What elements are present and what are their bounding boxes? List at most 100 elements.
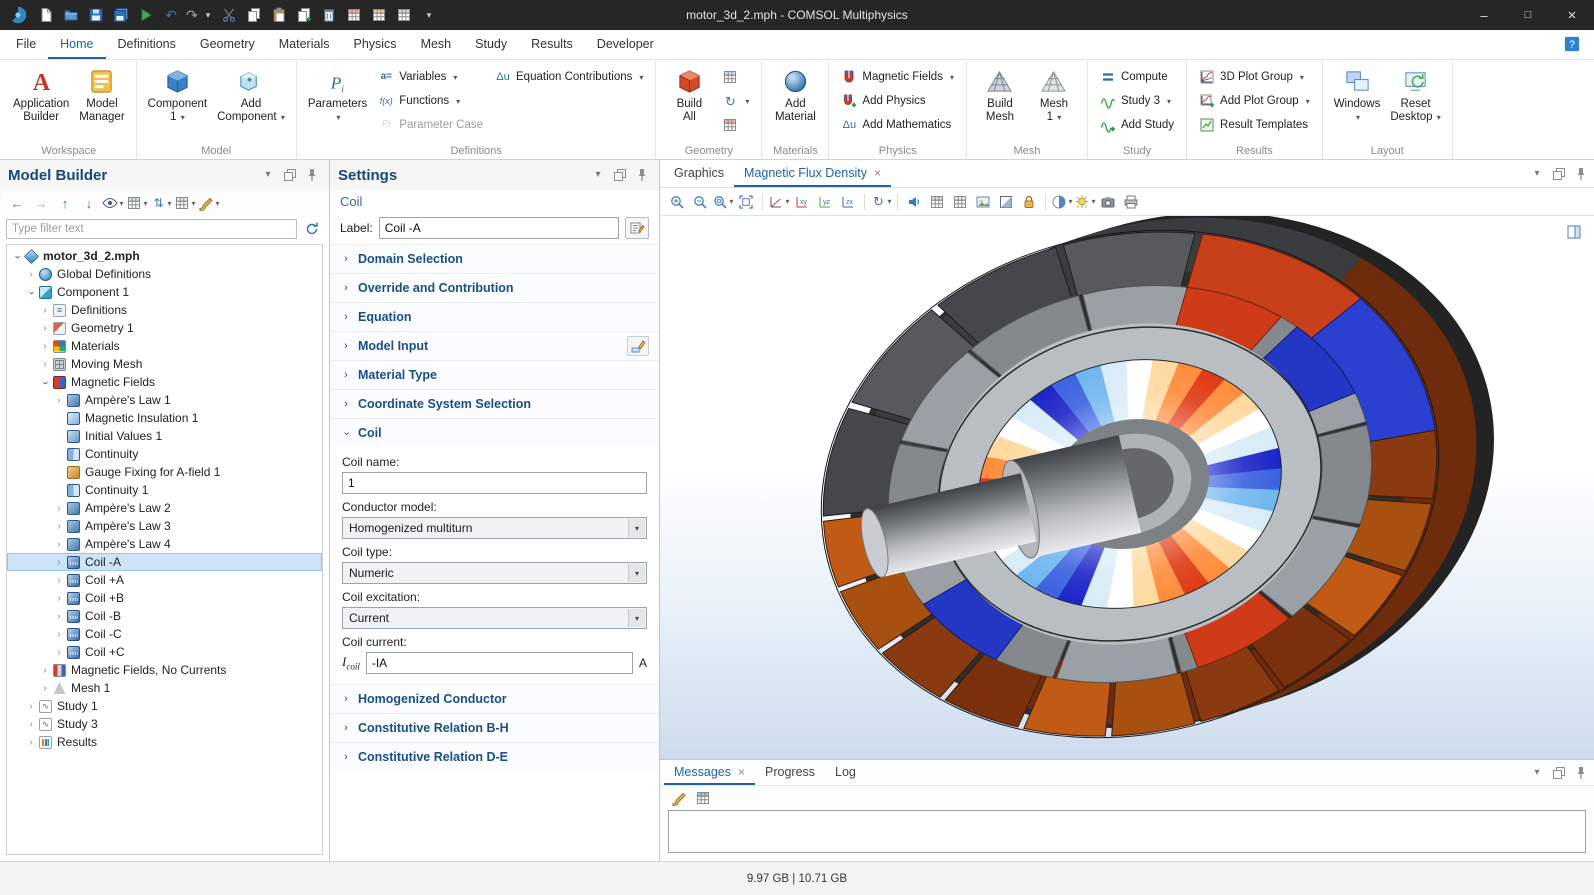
customize-toolbar-button[interactable]: ▾ <box>417 4 441 26</box>
tree-item-mesh-1[interactable]: ›Mesh 1 <box>7 679 322 697</box>
expander-icon[interactable]: › <box>25 269 37 280</box>
expander-icon[interactable]: › <box>53 557 65 568</box>
expander-icon[interactable]: › <box>40 377 51 389</box>
coil-excitation-select[interactable]: Current▾ <box>342 607 647 629</box>
messages-input[interactable] <box>668 810 1586 853</box>
tree-item-coil-b[interactable]: ›Coil -B <box>7 607 322 625</box>
tree-item-amp-re-s-law-3[interactable]: ›Ampère's Law 3 <box>7 517 322 535</box>
section-coordinate-system-selection[interactable]: ›Coordinate System Selection <box>330 389 659 418</box>
menu-tab-home[interactable]: Home <box>48 30 105 59</box>
view-xy-button[interactable]: xy <box>791 191 813 213</box>
add-component-button[interactable]: AddComponent ▾ <box>213 64 289 124</box>
tree-item-materials[interactable]: ›Materials <box>7 337 322 355</box>
filter-input[interactable] <box>6 219 297 239</box>
move-up-button[interactable]: ↑ <box>54 192 76 214</box>
compute-button[interactable]: Compute <box>1095 66 1179 88</box>
section-override-and-contribution[interactable]: ›Override and Contribution <box>330 273 659 302</box>
result-templates-button[interactable]: Result Templates <box>1194 114 1315 136</box>
update-solution-button[interactable] <box>367 4 391 26</box>
add-mathematics-button[interactable]: ΔuAdd Mathematics <box>836 114 959 136</box>
functions-button[interactable]: f(x)Functions▾ <box>373 90 488 112</box>
copy-button[interactable] <box>242 4 266 26</box>
nav-forward-button[interactable]: → <box>30 192 52 214</box>
mesh-1-button[interactable]: Mesh1 ▾ <box>1028 64 1080 124</box>
add-plot-group-button[interactable]: Add Plot Group▾ <box>1194 90 1315 112</box>
zoom-extents-button[interactable] <box>735 191 757 213</box>
section-coil[interactable]: ›Coil <box>330 418 659 447</box>
expander-icon[interactable]: › <box>39 323 51 334</box>
float-button[interactable] <box>281 166 299 184</box>
zoom-box-button[interactable]: ▾ <box>712 191 734 213</box>
minimize-button[interactable]: – <box>1462 0 1506 30</box>
show-button[interactable]: ▾ <box>102 192 124 214</box>
menu-tab-file[interactable]: File <box>4 30 48 59</box>
sound-button[interactable] <box>903 191 925 213</box>
expander-icon[interactable]: › <box>53 629 65 640</box>
clear-brush-button[interactable] <box>668 787 690 809</box>
zoom-out-button[interactable] <box>689 191 711 213</box>
filter-brush-button[interactable]: ▾ <box>198 192 220 214</box>
tab-messages[interactable]: Messages× <box>664 760 755 785</box>
menu-tab-definitions[interactable]: Definitions <box>106 30 188 59</box>
tree-item-component-1[interactable]: ›Component 1 <box>7 283 322 301</box>
coil-current-input[interactable] <box>366 652 633 674</box>
color-theme-button[interactable]: ▾ <box>1051 191 1073 213</box>
build-mesh-button[interactable]: BuildMesh <box>974 64 1026 124</box>
columns-button[interactable]: ▾ <box>174 192 196 214</box>
windows-button[interactable]: Windows▾ <box>1330 64 1385 124</box>
insert-sequence-button[interactable] <box>717 66 754 88</box>
expander-icon[interactable]: › <box>53 575 65 586</box>
undo-button[interactable]: ↶ <box>159 4 183 26</box>
menu-tab-physics[interactable]: Physics <box>341 30 408 59</box>
expander-icon[interactable]: › <box>12 251 23 263</box>
float-button[interactable] <box>611 166 629 184</box>
close-tab-icon[interactable]: × <box>874 166 881 180</box>
tree-item-initial-values-1[interactable]: Initial Values 1 <box>7 427 322 445</box>
view-yz-button[interactable]: yz <box>814 191 836 213</box>
expander-icon[interactable]: › <box>39 683 51 694</box>
build-all-button[interactable]: BuildAll <box>663 64 715 124</box>
snapshot-button[interactable] <box>1097 191 1119 213</box>
close-tab-icon[interactable]: × <box>738 765 745 779</box>
expander-icon[interactable]: › <box>39 359 51 370</box>
clear-mesh-button[interactable] <box>392 4 416 26</box>
tree-item-global-definitions[interactable]: ›Global Definitions <box>7 265 322 283</box>
delete-button[interactable] <box>317 4 341 26</box>
section-domain-selection[interactable]: ›Domain Selection <box>330 244 659 273</box>
section-homogenized-conductor[interactable]: ›Homogenized Conductor <box>330 684 659 713</box>
transparency-button[interactable] <box>995 191 1017 213</box>
3d-plot-group-button[interactable]: 3D Plot Group▾ <box>1194 66 1315 88</box>
expander-icon[interactable]: › <box>53 521 65 532</box>
tab-magnetic-flux-density[interactable]: Magnetic Flux Density× <box>734 160 891 187</box>
expander-icon[interactable]: › <box>39 305 51 316</box>
tree-item-magnetic-fields[interactable]: ›Magnetic Fields <box>7 373 322 391</box>
expander-icon[interactable]: › <box>25 701 37 712</box>
plot-panel-button[interactable] <box>1566 224 1586 244</box>
tree-item-coil-a[interactable]: ›Coil -A <box>7 553 322 571</box>
tree-item-amp-re-s-law-2[interactable]: ›Ampère's Law 2 <box>7 499 322 517</box>
reset-desktop-button[interactable]: ResetDesktop ▾ <box>1386 64 1444 124</box>
menu-tab-study[interactable]: Study <box>463 30 519 59</box>
magnetic-fields-button[interactable]: Magnetic Fields▾ <box>836 66 959 88</box>
tree-item-coil-b[interactable]: ›Coil +B <box>7 589 322 607</box>
rename-button[interactable] <box>625 217 649 239</box>
study-3-button[interactable]: Study 3▾ <box>1095 90 1179 112</box>
help-button[interactable]: ? <box>1564 36 1582 54</box>
tree-item-results[interactable]: ›Results <box>7 733 322 751</box>
expander-icon[interactable]: › <box>53 503 65 514</box>
tree-item-coil-c[interactable]: ›Coil -C <box>7 625 322 643</box>
section-constitutive-relation-d-e[interactable]: ›Constitutive Relation D-E <box>330 742 659 771</box>
conductor-model-select[interactable]: Homogenized multiturn▾ <box>342 517 647 539</box>
menu-caret-button[interactable]: ▾ <box>1528 764 1546 782</box>
tree-item-continuity-1[interactable]: Continuity 1 <box>7 481 322 499</box>
section-model-input[interactable]: ›Model Input <box>330 331 659 360</box>
tree-item-continuity[interactable]: Continuity <box>7 445 322 463</box>
tree-item-magnetic-fields-no-currents[interactable]: ›Magnetic Fields, No Currents <box>7 661 322 679</box>
run-button[interactable] <box>134 4 158 26</box>
component-1-button[interactable]: Component1 ▾ <box>144 64 211 124</box>
float-button[interactable] <box>1550 165 1568 183</box>
view-zx-button[interactable]: zx <box>837 191 859 213</box>
expander-icon[interactable]: › <box>53 611 65 622</box>
expander-icon[interactable]: › <box>53 593 65 604</box>
tree-item-study-1[interactable]: ›Study 1 <box>7 697 322 715</box>
